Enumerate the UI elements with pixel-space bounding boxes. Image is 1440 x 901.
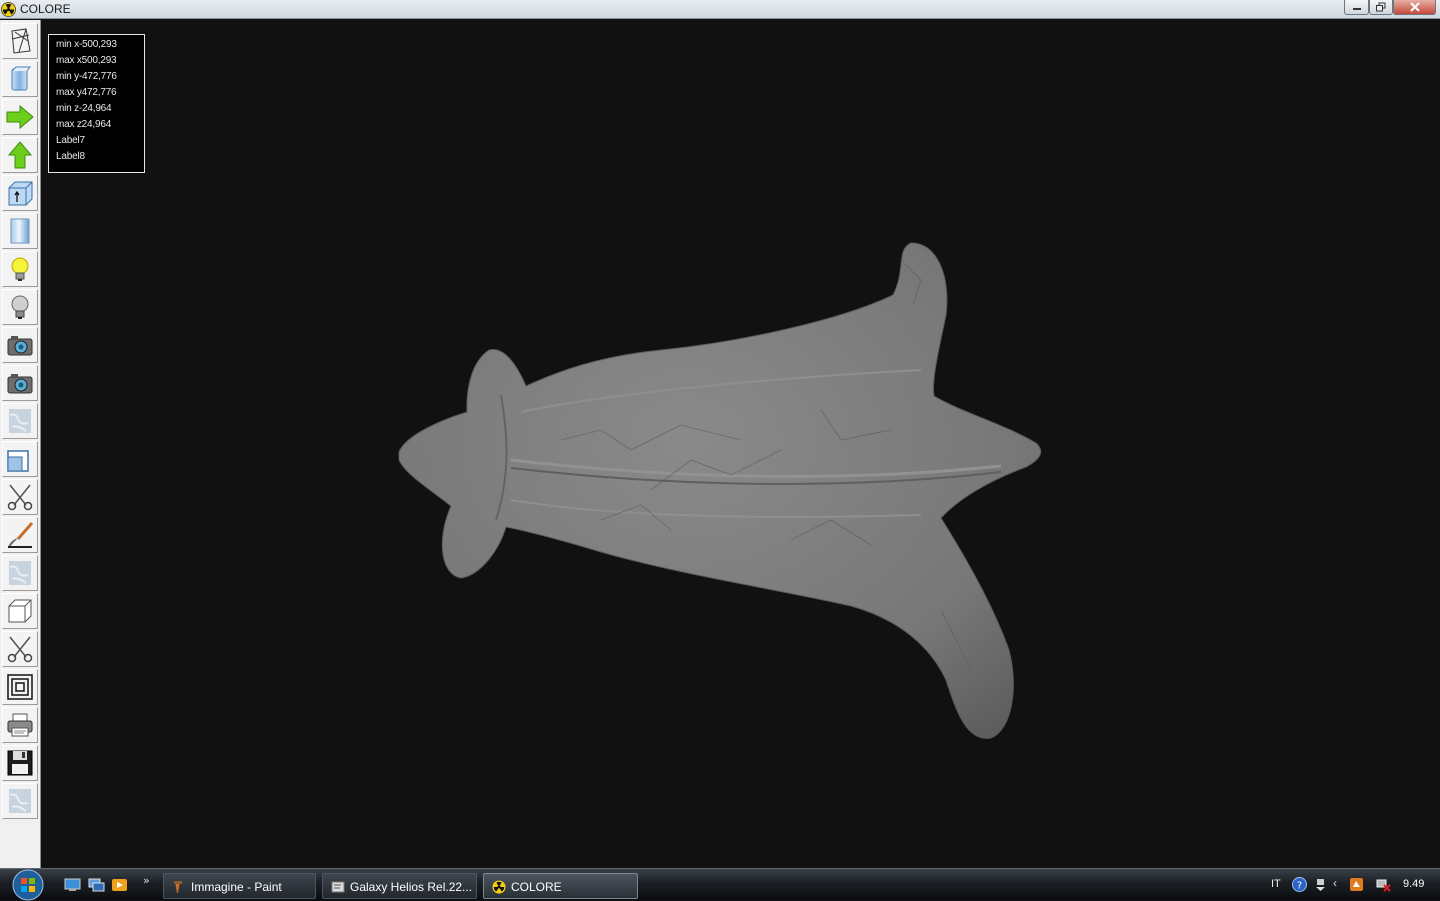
camera-2-icon bbox=[7, 374, 33, 394]
camera-2-button[interactable] bbox=[2, 365, 38, 401]
restore-icon bbox=[1376, 2, 1386, 12]
taskbar-item-colore[interactable]: COLORE bbox=[483, 873, 638, 899]
cylinder-button[interactable] bbox=[2, 213, 38, 249]
camera-icon bbox=[7, 336, 33, 356]
radiation-icon bbox=[1, 2, 16, 17]
restore-button[interactable] bbox=[1369, 0, 1393, 15]
taskbar: » Immagine - Paint Galaxy Helios Rel.22.… bbox=[0, 868, 1440, 901]
marble-texture-3-button[interactable] bbox=[2, 783, 38, 819]
camera-button[interactable] bbox=[2, 327, 38, 363]
paint-icon bbox=[174, 881, 182, 893]
left-toolbar bbox=[0, 20, 41, 868]
move-right-button[interactable] bbox=[2, 99, 38, 135]
taskbar-item-label: Immagine - Paint bbox=[191, 880, 282, 894]
up-arrow-icon bbox=[7, 141, 33, 169]
title-bar: COLORE bbox=[0, 0, 1440, 19]
switch-windows-icon[interactable] bbox=[88, 878, 105, 892]
network-disconnected-icon[interactable] bbox=[1376, 877, 1391, 892]
3d-viewport[interactable]: min x-500,293 max x500,293 min y-472,776… bbox=[41, 20, 1440, 868]
window-title: COLORE bbox=[20, 2, 71, 16]
light-on-button[interactable] bbox=[2, 251, 38, 287]
svg-text:?: ? bbox=[1297, 881, 1302, 892]
light-off-button[interactable] bbox=[2, 289, 38, 325]
marble-texture-2-button[interactable] bbox=[2, 555, 38, 591]
resize-button[interactable] bbox=[2, 441, 38, 477]
light-on-icon bbox=[11, 257, 29, 281]
marble-texture-3-icon bbox=[9, 789, 31, 813]
clock[interactable]: 9.49 bbox=[1403, 878, 1424, 890]
scissors-icon bbox=[7, 484, 33, 511]
brush-button[interactable] bbox=[2, 517, 38, 553]
solid-view-button[interactable] bbox=[2, 61, 38, 97]
scissors-button[interactable] bbox=[2, 479, 38, 515]
concentric-squares-button[interactable] bbox=[2, 669, 38, 705]
galaxy-helios-icon bbox=[331, 881, 345, 893]
minimize-button[interactable] bbox=[1344, 0, 1369, 15]
cube-icon bbox=[8, 599, 32, 623]
minimize-icon bbox=[1352, 8, 1361, 10]
show-desktop-icon[interactable] bbox=[64, 878, 81, 892]
media-player-icon[interactable] bbox=[111, 878, 128, 892]
radiation-icon bbox=[492, 880, 506, 894]
safely-remove-icon[interactable] bbox=[1313, 877, 1328, 892]
box-info-button[interactable] bbox=[2, 175, 38, 211]
help-icon[interactable]: ? bbox=[1292, 877, 1307, 892]
marble-texture-button[interactable] bbox=[2, 403, 38, 439]
marble-texture-2-icon bbox=[9, 561, 31, 585]
show-hidden-icons-icon[interactable]: ‹ bbox=[1333, 876, 1348, 891]
light-off-icon bbox=[11, 295, 29, 319]
box-info-icon bbox=[8, 181, 33, 206]
concentric-squares-icon bbox=[7, 674, 33, 700]
scissors-2-button[interactable] bbox=[2, 631, 38, 667]
right-arrow-icon bbox=[6, 104, 34, 130]
solid-view-icon bbox=[11, 66, 31, 91]
taskbar-item-label: Galaxy Helios Rel.22... bbox=[350, 880, 473, 894]
quicklaunch-more-icon[interactable]: » bbox=[143, 874, 150, 887]
close-button[interactable] bbox=[1393, 0, 1436, 15]
start-button[interactable] bbox=[7, 869, 50, 901]
antivirus-icon[interactable] bbox=[1349, 877, 1364, 892]
print-button[interactable] bbox=[2, 707, 38, 743]
wireframe-button[interactable] bbox=[2, 23, 38, 59]
move-up-button[interactable] bbox=[2, 137, 38, 173]
taskbar-item-galaxy-helios[interactable]: Galaxy Helios Rel.22... bbox=[322, 873, 477, 899]
printer-icon bbox=[7, 713, 33, 737]
marble-leaf-model bbox=[398, 242, 1042, 739]
scissors-2-icon bbox=[7, 636, 33, 663]
cube-button[interactable] bbox=[2, 593, 38, 629]
wireframe-icon bbox=[11, 28, 31, 54]
language-indicator[interactable]: IT bbox=[1271, 878, 1281, 890]
taskbar-item-paint[interactable]: Immagine - Paint bbox=[163, 873, 316, 899]
resize-icon bbox=[7, 450, 29, 472]
brush-icon bbox=[8, 522, 34, 548]
taskbar-item-label: COLORE bbox=[511, 880, 562, 894]
marble-texture-icon bbox=[9, 409, 31, 433]
floppy-save-icon bbox=[7, 750, 33, 776]
close-icon bbox=[1409, 2, 1420, 12]
save-button[interactable] bbox=[2, 745, 38, 781]
cylinder-icon bbox=[10, 218, 30, 244]
